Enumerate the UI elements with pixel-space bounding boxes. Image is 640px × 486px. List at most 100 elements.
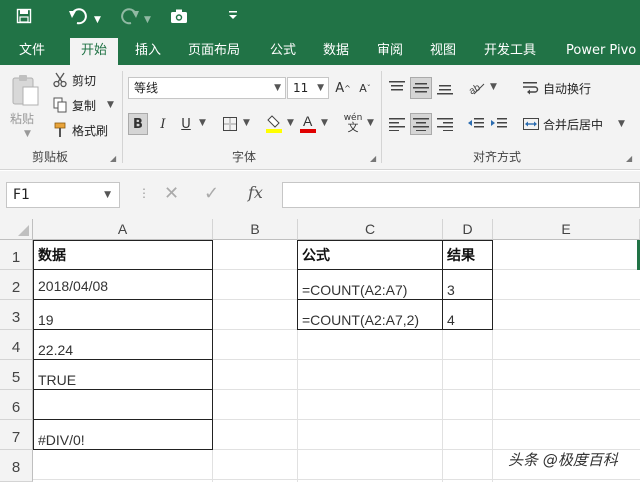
format-painter-button[interactable]: 格式刷 [72, 122, 108, 139]
align-middle-icon[interactable] [410, 77, 432, 99]
cell-d3[interactable]: 4 [443, 300, 492, 330]
undo-icon[interactable] [68, 8, 90, 28]
increase-indent-icon[interactable] [489, 113, 509, 135]
decrease-font-size-icon[interactable]: Aˇ [356, 77, 374, 99]
cell-a3[interactable]: 19 [34, 300, 212, 330]
ribbon-tabs: 文件 开始 插入 页面布局 公式 数据 审阅 视图 开发工具 Power Piv… [0, 36, 640, 65]
tab-formulas[interactable]: 公式 [270, 36, 296, 65]
cut-button[interactable]: 剪切 [72, 72, 96, 89]
phonetic-guide-icon[interactable]: wén 文 [342, 111, 364, 135]
formula-input[interactable] [282, 182, 640, 208]
borders-dropdown-icon[interactable]: ▼ [243, 118, 250, 128]
tab-insert[interactable]: 插入 [135, 36, 161, 65]
font-color-dropdown-icon[interactable]: ▼ [321, 118, 328, 128]
cell-a4[interactable]: 22.24 [34, 330, 212, 360]
cell-a1[interactable]: 数据 [34, 241, 212, 269]
redo-dropdown-icon: ▼ [144, 15, 151, 25]
column-header-d[interactable]: D [443, 219, 493, 240]
chevron-down-icon: ▼ [274, 83, 281, 93]
cell-a2[interactable]: 2018/04/08 [34, 270, 212, 300]
tab-file[interactable]: 文件 [19, 36, 45, 65]
row-header-7[interactable]: 7 [0, 420, 33, 450]
align-center-icon[interactable] [410, 113, 432, 135]
clipboard-launcher-icon[interactable]: ◢ [110, 154, 116, 163]
tab-page-layout[interactable]: 页面布局 [188, 36, 240, 65]
tab-developer[interactable]: 开发工具 [484, 36, 536, 65]
scissors-icon [52, 71, 68, 89]
alignment-launcher-icon[interactable]: ◢ [626, 154, 632, 163]
font-size-select[interactable]: 11 ▼ [287, 77, 329, 99]
align-right-icon[interactable] [435, 113, 455, 135]
increase-font-size-icon[interactable]: A ^ [334, 77, 352, 99]
fill-color-icon[interactable] [264, 111, 284, 135]
copy-button[interactable]: 复制 [72, 97, 96, 114]
gridline [33, 479, 640, 480]
decrease-indent-icon[interactable] [466, 113, 486, 135]
column-header-c[interactable]: C [298, 219, 443, 240]
worksheet-grid[interactable]: A B C D E 1 2 3 4 5 6 7 8 数据 2018/04/08 … [0, 219, 640, 482]
orientation-icon[interactable]: ab [466, 77, 488, 99]
cell-c2[interactable]: =COUNT(A2:A7) [298, 270, 442, 300]
enter-icon: ✓ [204, 183, 220, 204]
format-painter-icon [52, 121, 68, 139]
save-icon[interactable] [16, 8, 32, 28]
paste-button[interactable]: 粘贴 [10, 110, 34, 127]
tab-home[interactable]: 开始 [70, 38, 119, 65]
phonetic-dropdown-icon[interactable]: ▼ [367, 118, 374, 128]
font-launcher-icon[interactable]: ◢ [370, 154, 376, 163]
paste-dropdown-icon[interactable]: ▼ [24, 129, 31, 139]
font-name-select[interactable]: 等线 ▼ [128, 77, 286, 99]
row-header-6[interactable]: 6 [0, 390, 33, 420]
undo-dropdown-icon[interactable]: ▼ [94, 10, 101, 30]
formula-bar-grip-icon[interactable]: ⋮ [138, 186, 150, 200]
row-header-1[interactable]: 1 [0, 240, 33, 270]
row-header-5[interactable]: 5 [0, 360, 33, 390]
tab-review[interactable]: 审阅 [377, 36, 403, 65]
name-box[interactable]: F1 ▼ [6, 182, 120, 208]
merge-center-button[interactable]: 合并后居中 [543, 116, 603, 133]
font-size-value: 11 [293, 81, 309, 95]
row-header-2[interactable]: 2 [0, 270, 33, 300]
group-divider [122, 71, 123, 163]
select-all-corner[interactable] [0, 219, 33, 240]
insert-function-icon[interactable]: fx [248, 183, 263, 202]
italic-button[interactable]: I [153, 113, 173, 135]
tab-power-pivot[interactable]: Power Pivo [566, 36, 636, 65]
align-left-icon[interactable] [387, 113, 407, 135]
cell-c1[interactable]: 公式 [298, 241, 442, 269]
copy-dropdown-icon[interactable]: ▼ [107, 100, 114, 110]
column-header-b[interactable]: B [213, 219, 298, 240]
tab-view[interactable]: 视图 [430, 36, 456, 65]
row-header-4[interactable]: 4 [0, 330, 33, 360]
merge-dropdown-icon[interactable]: ▼ [618, 119, 625, 129]
wrap-text-button[interactable]: 自动换行 [543, 80, 591, 97]
customize-quick-access-icon[interactable] [228, 9, 238, 29]
row-header-8[interactable]: 8 [0, 450, 33, 482]
title-bar: ▼ ▼ [0, 0, 640, 36]
paste-icon[interactable] [8, 73, 42, 107]
align-top-icon[interactable] [387, 77, 407, 99]
chevron-down-icon: ▼ [104, 190, 111, 200]
column-header-e[interactable]: E [493, 219, 640, 240]
cell-a5[interactable]: TRUE [34, 360, 212, 390]
cell-c3[interactable]: =COUNT(A2:A7,2) [298, 300, 442, 330]
orientation-dropdown-icon[interactable]: ▼ [490, 82, 497, 92]
font-color-icon[interactable]: A [298, 111, 318, 135]
underline-dropdown-icon[interactable]: ▼ [199, 118, 206, 128]
group-divider [381, 71, 382, 163]
cell-d2[interactable]: 3 [443, 270, 492, 300]
wrap-text-icon [522, 79, 540, 97]
borders-icon[interactable] [220, 113, 240, 135]
fill-color-dropdown-icon[interactable]: ▼ [287, 118, 294, 128]
cell-a7[interactable]: #DIV/0! [34, 420, 212, 450]
column-header-a[interactable]: A [33, 219, 213, 240]
cell-a6[interactable] [34, 390, 212, 420]
cell-d1[interactable]: 结果 [443, 241, 492, 269]
align-bottom-icon[interactable] [435, 77, 455, 99]
row-header-3[interactable]: 3 [0, 300, 33, 330]
tab-data[interactable]: 数据 [323, 36, 349, 65]
underline-button[interactable]: U [176, 113, 196, 135]
bold-button[interactable]: B [128, 113, 148, 135]
italic-label: I [160, 116, 166, 132]
camera-icon[interactable] [170, 8, 188, 28]
